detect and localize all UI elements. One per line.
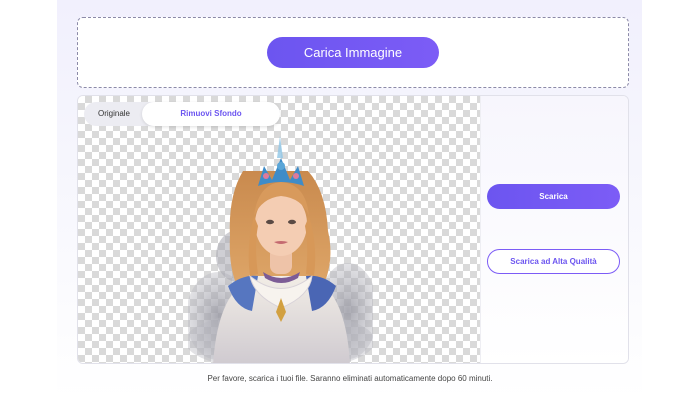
preview-canvas: Originale Rimuovi Sfondo [78,96,480,363]
tab-original[interactable]: Originale [88,102,140,126]
download-hq-button[interactable]: Scarica ad Alta Qualità [487,249,620,274]
tab-remove-background[interactable]: Rimuovi Sfondo [142,102,280,126]
upload-dropzone[interactable]: Carica Immagine [77,17,629,88]
upload-image-button[interactable]: Carica Immagine [267,37,439,68]
editor-card: Originale Rimuovi Sfondo [77,95,629,364]
view-tabs: Originale Rimuovi Sfondo [84,102,280,126]
retention-notice: Per favore, scarica i tuoi file. Saranno… [207,374,493,383]
actions-panel [480,96,628,363]
preview-image [188,136,373,363]
download-button[interactable]: Scarica [487,184,620,209]
